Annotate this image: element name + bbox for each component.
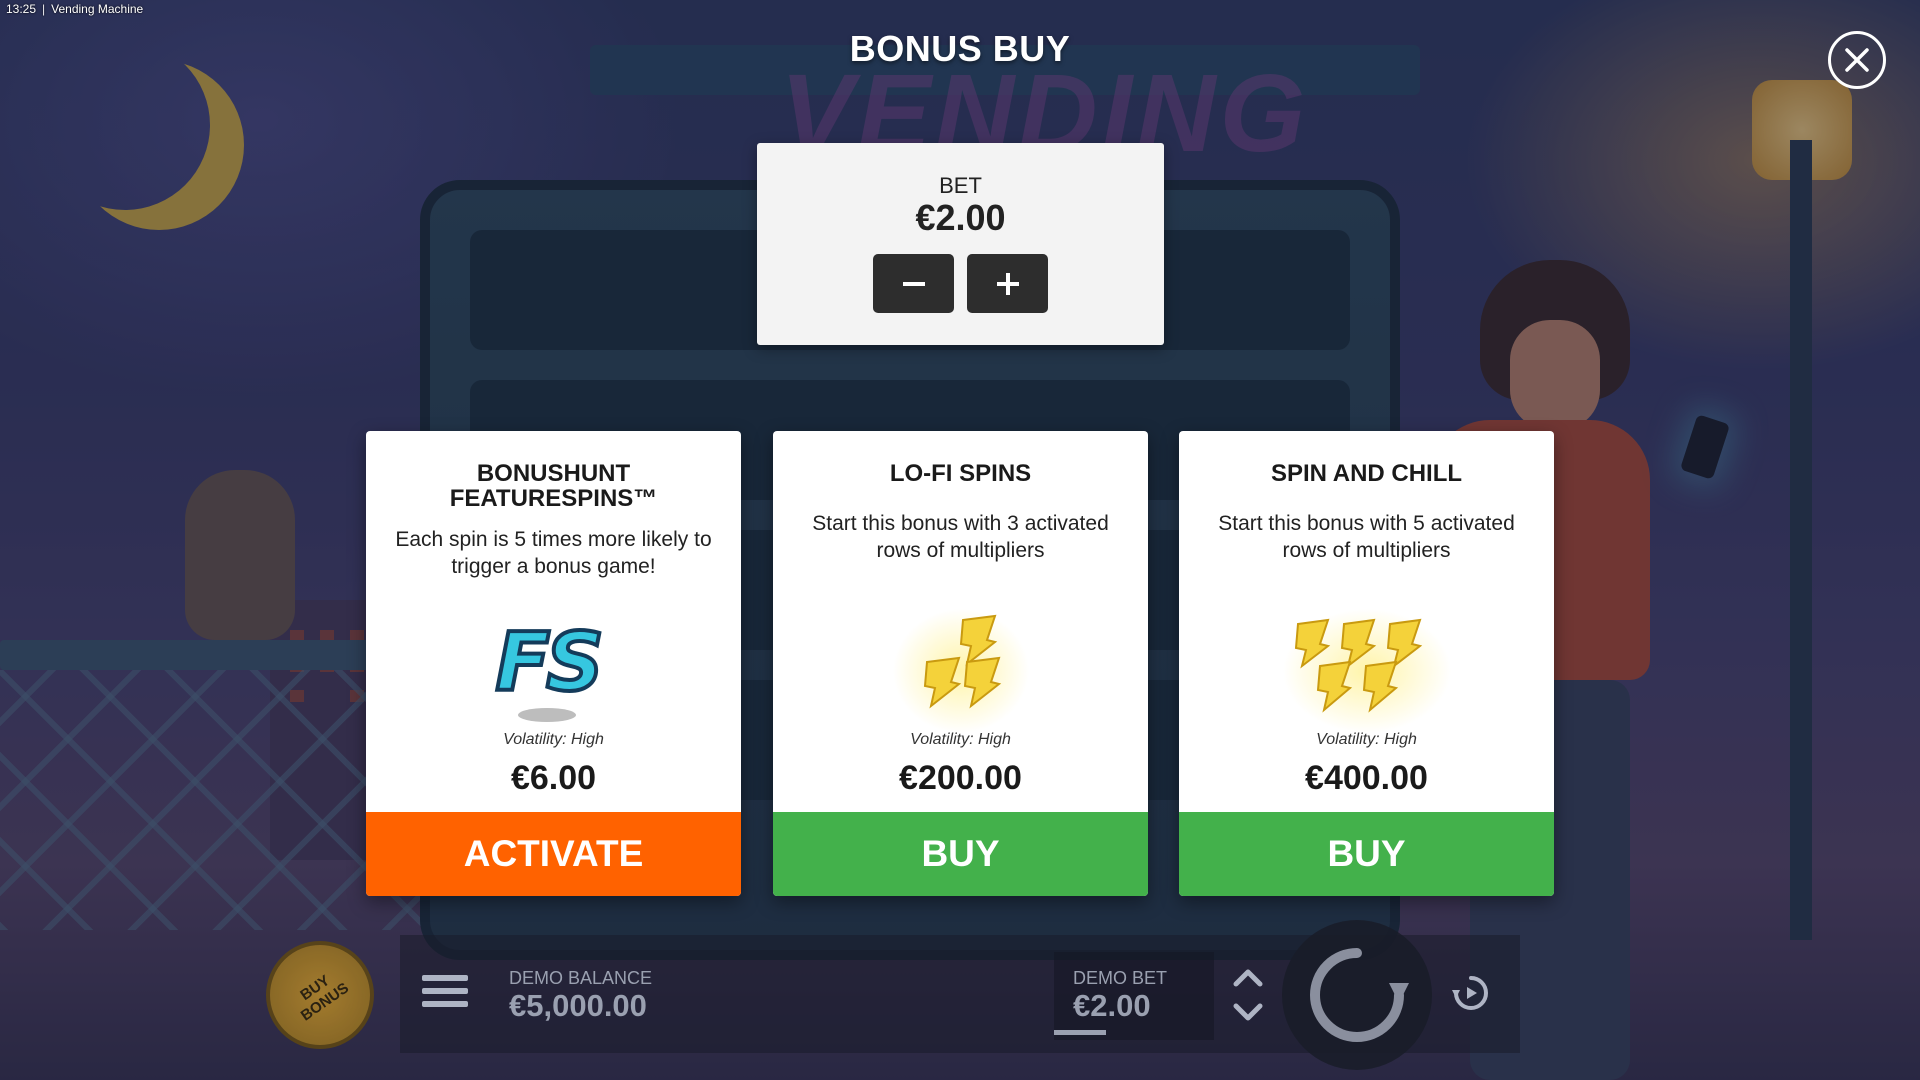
card-price: €6.00	[510, 759, 597, 797]
card-title: SPIN AND CHILL	[1270, 460, 1463, 487]
demo-bet-label: DEMO BET	[1073, 968, 1168, 988]
buy-button[interactable]: BUY	[1179, 812, 1554, 896]
minus-icon	[902, 281, 925, 286]
bonus-card-lofi-spins: LO-FI SPINS Start this bonus with 3 acti…	[773, 431, 1148, 896]
card-description: Start this bonus with 5 activated rows o…	[1218, 512, 1515, 562]
chevron-up-down-icon[interactable]	[1228, 960, 1268, 1030]
status-app-name: Vending Machine	[51, 2, 144, 16]
demo-balance-label: DEMO BALANCE	[509, 968, 653, 988]
buy-bonus-button[interactable]: BUY BONUS	[266, 941, 374, 1049]
bonus-card-bonushunt: BONUSHUNT FEATURESPINS™ Each spin is 5 t…	[366, 431, 741, 896]
card-title: BONUSHUNT FEATURESPINS™	[376, 461, 731, 511]
card-volatility: Volatility: High	[503, 731, 604, 748]
autoplay-icon[interactable]	[1448, 970, 1494, 1016]
gold-multiplier-icon	[892, 609, 1029, 733]
close-icon	[1845, 48, 1869, 72]
card-title: LO-FI SPINS	[889, 460, 1032, 487]
spin-button[interactable]	[1282, 920, 1432, 1070]
dialog-title: BONUS BUY	[849, 28, 1071, 69]
status-separator: |	[42, 2, 46, 16]
card-description: Start this bonus with 3 activated rows o…	[812, 512, 1109, 562]
spin-arrow-icon	[1310, 948, 1409, 1042]
bet-increase-button[interactable]	[967, 254, 1048, 313]
gold-multiplier-icon	[1282, 609, 1451, 733]
card-price: €200.00	[899, 759, 1022, 797]
buy-button[interactable]: BUY	[773, 812, 1148, 896]
hamburger-menu-icon[interactable]	[422, 975, 468, 1015]
card-volatility: Volatility: High	[910, 731, 1011, 748]
card-price: €400.00	[1305, 759, 1428, 797]
buy-bonus-label: BUY BONUS	[282, 961, 359, 1029]
bet-value: €2.00	[915, 197, 1006, 238]
status-time: 13:25	[6, 2, 37, 16]
card-title-line: BONUSHUNT	[476, 460, 631, 487]
bet-panel: BET €2.00	[757, 143, 1164, 345]
activate-button[interactable]: ACTIVATE	[366, 812, 741, 896]
bonus-card-spin-and-chill: SPIN AND CHILL Start this bonus with 5 a…	[1179, 431, 1554, 896]
card-icon-area	[773, 601, 1148, 741]
fs-badge-text: FS	[493, 614, 605, 711]
card-description: Each spin is 5 times more likely to trig…	[395, 528, 712, 578]
status-bar: 13:25 | Vending Machine	[0, 0, 143, 18]
demo-bet-value: €2.00	[1073, 988, 1151, 1023]
close-button[interactable]	[1828, 31, 1886, 89]
demo-bet-indicator	[1054, 1030, 1106, 1035]
demo-balance-value: €5,000.00	[509, 988, 647, 1023]
bet-label: BET	[939, 173, 982, 198]
card-icon-area	[1179, 601, 1554, 741]
card-title-line: FEATURESPINS™	[449, 485, 658, 512]
card-icon-area: FS	[366, 601, 741, 741]
plus-icon	[996, 272, 1019, 295]
fs-badge-icon: FS	[493, 614, 614, 726]
card-volatility: Volatility: High	[1316, 731, 1417, 748]
bet-decrease-button[interactable]	[873, 254, 954, 313]
